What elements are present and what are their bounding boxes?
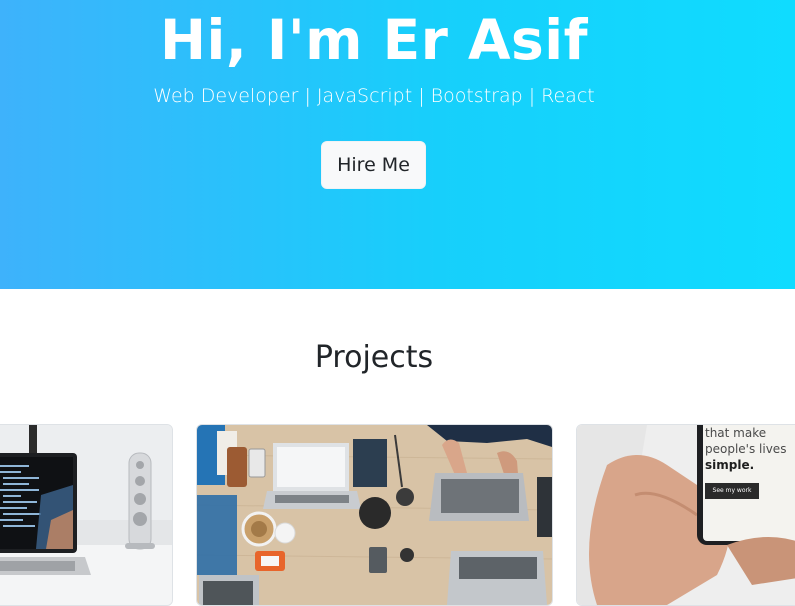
projects-heading: Projects: [314, 340, 434, 375]
project-card-3[interactable]: that make people's lives simple. See my …: [576, 424, 795, 606]
hero-section: Hi, I'm Er Asif Web Developer | JavaScri…: [0, 0, 795, 289]
hero-subtitle: Web Developer | JavaScript | Bootstrap |…: [153, 85, 595, 107]
hero-title: Hi, I'm Er Asif: [159, 8, 589, 72]
phone-text-line2: people's lives: [705, 442, 787, 456]
project-image-1: [0, 425, 172, 605]
hire-me-button[interactable]: Hire Me: [321, 141, 426, 189]
phone-screen-text: that make people's lives simple. See my …: [705, 425, 795, 499]
see-my-work-button: See my work: [705, 483, 759, 499]
project-card-2[interactable]: [196, 424, 553, 606]
project-image-2: [197, 425, 552, 605]
phone-text-line3: simple.: [705, 458, 755, 472]
project-card-1[interactable]: [0, 424, 173, 606]
phone-text-line1: that make: [705, 426, 767, 440]
